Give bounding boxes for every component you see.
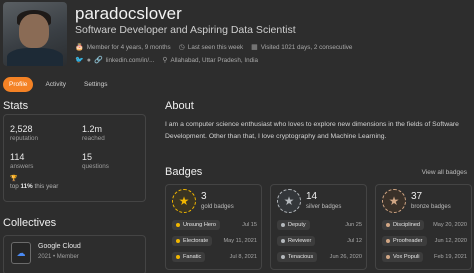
badge-date: Feb 19, 2021 [434,254,467,260]
collectives-heading: Collectives [3,217,57,229]
stat-value: 2,528 [10,124,33,134]
badge-date: Jun 25 [345,222,362,228]
stat-value: 15 [82,152,93,162]
badge-date: Jun 12, 2020 [434,238,467,244]
badge-pill[interactable]: Electorate [172,236,213,246]
google-cloud-icon: ☁ [11,242,31,264]
link-icon: 🔗 [93,57,103,64]
silver-dot-icon [281,255,285,259]
about-heading: About [165,100,194,112]
bronze-dot-icon [386,255,390,259]
tab-activity[interactable]: Activity [39,77,72,92]
badge-pill[interactable]: Proofreader [382,236,427,246]
badge-row: Electorate May 11, 2021 [172,236,257,246]
badge-kind: silver badges [306,204,342,210]
collective-membership: 2021 • Member [38,254,79,260]
badge-count: 3 [201,191,207,202]
stat-questions: 15 questions [82,152,109,170]
collective-card[interactable]: ☁ Google Cloud 2021 • Member [3,235,146,273]
bronze-dot-icon [386,223,390,227]
stats-box: 2,528 reputation 1.2m reached 114 answer… [3,114,146,202]
badge-date: Jul 8, 2021 [229,254,257,260]
visited-days: Visited 1021 days, 2 consecutive [260,43,353,51]
bronze-badges-card[interactable]: ★ 37 bronze badges Disciplined May 20, 2… [375,184,472,270]
badge-row: Disciplined May 20, 2020 [382,220,467,230]
stat-value: 114 [10,152,25,162]
silver-dot-icon [281,223,285,227]
badge-row: Proofreader Jun 12, 2020 [382,236,467,246]
profile-name: paradocslover [75,4,182,23]
badge-row: Fanatic Jul 8, 2021 [172,252,257,262]
tab-profile[interactable]: Profile [3,77,34,92]
badge-date: Jul 12 [347,238,362,244]
gold-dot-icon [176,255,180,259]
stats-heading: Stats [3,100,29,112]
bronze-medal-icon: ★ [382,189,406,213]
about-text: I am a computer science enthusiast who l… [165,121,459,140]
last-seen: Last seen this week [187,43,244,51]
badge-date: Jun 26, 2020 [329,254,362,260]
badge-pill[interactable]: Deputy [277,220,310,230]
profile-tabs: Profile Activity Settings [3,77,114,92]
badges-heading: Badges [165,166,203,178]
badge-pill[interactable]: Disciplined [382,220,425,230]
badge-date: May 11, 2021 [223,238,257,244]
trophy-icon: 🏆 [10,176,18,182]
stat-label: questions [82,163,109,170]
stat-label: answers [10,163,34,170]
silver-badges-card[interactable]: ★ 14 silver badges Deputy Jun 25 Reviewe… [270,184,367,270]
avatar [3,2,67,66]
stat-value: 1.2m [82,124,103,134]
gold-medal-icon: ★ [172,189,196,213]
github-icon[interactable]: ● [87,57,91,64]
stat-reached: 1.2m reached [82,124,105,142]
linkedin-link[interactable]: linkedin.com/in/... [106,57,155,64]
stat-reputation: 2,528 reputation [10,124,38,142]
badge-pill[interactable]: Fanatic [172,252,206,262]
member-for: Member for 4 years, 9 months [86,43,171,51]
collective-name[interactable]: Google Cloud [38,243,81,250]
top-percent: top 11% this year [10,183,59,190]
location-icon: ⚲ [162,57,168,64]
view-all-badges-link[interactable]: View all badges [422,169,467,176]
location: Allahabad, Uttar Pradesh, India [170,56,258,64]
badge-pill[interactable]: Unsung Hero [172,220,220,230]
badge-kind: bronze badges [411,204,451,210]
badge-pill[interactable]: Vox Populi [382,252,424,262]
badge-row: Deputy Jun 25 [277,220,362,230]
profile-meta-row-1: 🎂 Member for 4 years, 9 months ◷ Last se… [75,43,353,52]
gold-dot-icon [176,223,180,227]
badge-row: Reviewer Jul 12 [277,236,362,246]
badge-date: Jul 15 [242,222,257,228]
profile-meta-row-2: 🐦 ● 🔗 linkedin.com/in/... ⚲ Allahabad, U… [75,56,258,65]
stat-label: reputation [10,135,39,142]
badge-row: Tenacious Jun 26, 2020 [277,252,362,262]
tab-settings[interactable]: Settings [78,77,114,92]
clock-icon: ◷ [178,44,185,51]
badge-date: May 20, 2020 [433,222,467,228]
stat-answers: 114 answers [10,152,33,170]
silver-dot-icon [281,239,285,243]
badge-kind: gold badges [201,204,234,210]
badge-row: Unsung Hero Jul 15 [172,220,257,230]
badge-count: 37 [411,191,423,202]
badge-row: Vox Populi Feb 19, 2021 [382,252,467,262]
badge-pill[interactable]: Tenacious [277,252,318,262]
calendar-icon: ▦ [251,44,258,51]
bronze-dot-icon [386,239,390,243]
silver-medal-icon: ★ [277,189,301,213]
twitter-icon[interactable]: 🐦 [75,56,84,64]
cake-icon: 🎂 [75,44,84,51]
gold-dot-icon [176,239,180,243]
badge-pill[interactable]: Reviewer [277,236,316,246]
stat-label: reached [82,135,105,142]
profile-tagline: Software Developer and Aspiring Data Sci… [75,24,296,36]
badge-count: 14 [306,191,318,202]
gold-badges-card[interactable]: ★ 3 gold badges Unsung Hero Jul 15 Elect… [165,184,262,270]
